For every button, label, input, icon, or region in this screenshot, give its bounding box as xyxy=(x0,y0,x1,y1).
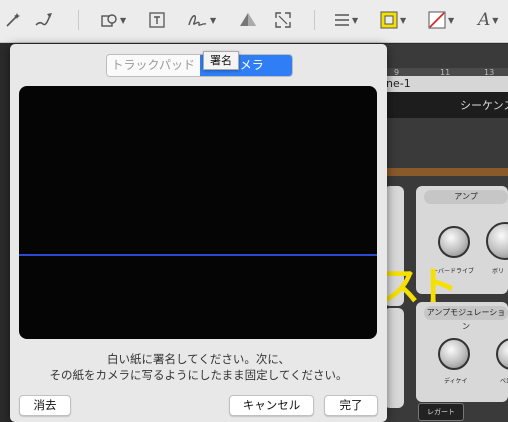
chevron-down-icon: ▼ xyxy=(210,15,217,25)
clear-button[interactable]: 消去 xyxy=(19,395,71,416)
instructions-line-1: 白い紙に署名してください。次に、 xyxy=(107,352,290,366)
signature-sheet: トラックパッド カメラ 白い紙に署名してください。次に、 その紙をカメラに写るよ… xyxy=(10,44,387,422)
crop-icon[interactable] xyxy=(274,9,292,31)
camera-preview xyxy=(19,86,377,339)
cancel-button[interactable]: キャンセル xyxy=(229,395,314,416)
velocity-knob[interactable] xyxy=(496,338,508,370)
signature-icon[interactable]: ▼ xyxy=(186,9,216,31)
chevron-down-icon: ▼ xyxy=(120,15,127,25)
done-button[interactable]: 完了 xyxy=(324,395,378,416)
border-color-icon[interactable]: ▼ xyxy=(380,9,406,31)
background-app-window: 9 11 13 ne-1 シーケンス アンプ ーバードライブ ボリ アンプモジュ… xyxy=(380,44,508,422)
window-title: ne-1 xyxy=(380,76,508,92)
chevron-down-icon: ▼ xyxy=(448,15,455,25)
shape-style-icon[interactable]: ▼ xyxy=(334,9,358,31)
markup-toolbar: ▼ ▼ ▼ ▼ ▼ A ▼ xyxy=(0,0,508,43)
instructions: 白い紙に署名してください。次に、 その紙をカメラに写るようにしたまま固定してくだ… xyxy=(10,351,387,383)
fill-color-icon[interactable]: ▼ xyxy=(428,9,454,31)
knob-label: ディケイ xyxy=(444,378,468,385)
decay-knob[interactable] xyxy=(438,338,470,370)
sequencer-label[interactable]: シーケンス xyxy=(460,97,508,113)
wood-trim xyxy=(380,168,508,176)
legato-button[interactable]: レガート xyxy=(418,403,464,421)
shapes-icon[interactable]: ▼ xyxy=(100,9,126,31)
sketch-icon[interactable] xyxy=(34,9,54,31)
panel-title: アンプ xyxy=(424,190,508,204)
knob-label: ベロ xyxy=(500,378,508,385)
side-panel xyxy=(384,308,404,408)
amp-modulation-panel: アンプモジュレーション ディケイ ベロ xyxy=(416,302,508,402)
volume-knob[interactable] xyxy=(486,222,508,260)
signature-tooltip: 署名 xyxy=(203,51,239,70)
text-box-icon[interactable] xyxy=(148,9,166,31)
adjust-color-icon[interactable] xyxy=(238,9,258,31)
annotation-text: スト xyxy=(380,264,458,310)
chevron-down-icon: ▼ xyxy=(400,15,407,25)
tab-trackpad[interactable]: トラックパッド xyxy=(107,55,200,76)
magic-wand-icon[interactable] xyxy=(4,9,22,31)
text-style-icon[interactable]: A ▼ xyxy=(478,9,498,31)
signature-baseline xyxy=(19,254,377,256)
input-source-segmented-control: トラックパッド カメラ xyxy=(106,54,293,77)
instructions-line-2: その紙をカメラに写るようにしたまま固定してください。 xyxy=(49,368,348,382)
knob-label: ボリ xyxy=(492,268,505,275)
sequencer-bar: シーケンス xyxy=(380,92,508,118)
chevron-down-icon: ▼ xyxy=(352,15,359,25)
chevron-down-icon: ▼ xyxy=(492,15,499,25)
